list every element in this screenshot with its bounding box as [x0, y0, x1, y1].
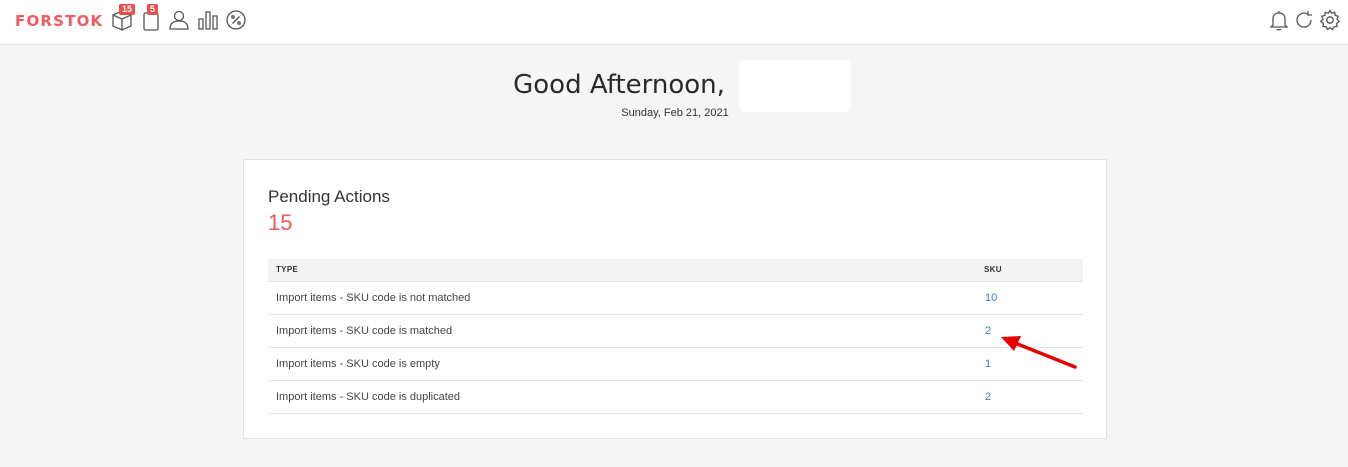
notifications-button[interactable] — [1267, 8, 1291, 32]
settings-button[interactable] — [1318, 8, 1342, 32]
column-header-type: TYPE — [276, 265, 299, 274]
row-sku-link[interactable]: 10 — [985, 292, 997, 304]
greeting-text: Good Afternoon, — [513, 70, 725, 100]
table-header: TYPE SKU — [268, 259, 1083, 282]
user-icon — [169, 10, 189, 30]
refresh-icon — [1296, 11, 1312, 28]
refresh-button[interactable] — [1292, 8, 1316, 32]
column-header-sku: SKU — [984, 265, 1002, 274]
nav-customers[interactable] — [167, 8, 191, 32]
row-sku-link[interactable]: 2 — [985, 391, 991, 403]
percent-icon — [226, 10, 246, 30]
bell-icon — [1269, 11, 1289, 31]
top-nav-bar: FORSTOK 15 5 — [0, 0, 1348, 45]
user-name-redacted — [739, 60, 851, 112]
orders-badge: 5 — [147, 4, 159, 15]
table-row: Import items - SKU code is duplicated 2 — [268, 381, 1083, 414]
pending-actions-card: Pending Actions 15 TYPE SKU Import items… — [243, 159, 1107, 439]
row-sku-link[interactable]: 2 — [985, 325, 991, 337]
table-row: Import items - SKU code is empty 1 — [268, 348, 1083, 381]
row-sku-link[interactable]: 1 — [985, 358, 991, 370]
row-type: Import items - SKU code is matched — [276, 325, 453, 337]
table-row: Import items - SKU code is not matched 1… — [268, 282, 1083, 315]
row-type: Import items - SKU code is empty — [276, 358, 440, 370]
pending-actions-count: 15 — [268, 210, 293, 235]
nav-products[interactable]: 15 — [110, 4, 136, 32]
nav-orders[interactable]: 5 — [139, 4, 163, 32]
forstok-logo[interactable]: FORSTOK — [15, 12, 103, 30]
row-type: Import items - SKU code is not matched — [276, 292, 471, 304]
nav-reports[interactable] — [196, 8, 220, 32]
pending-actions-title: Pending Actions — [268, 187, 390, 206]
greeting: Good Afternoon, — [0, 70, 1348, 100]
row-type: Import items - SKU code is duplicated — [276, 391, 461, 403]
bar-chart-icon — [198, 11, 218, 30]
current-date: Sunday, Feb 21, 2021 — [621, 107, 729, 119]
pending-actions-table: TYPE SKU Import items - SKU code is not … — [268, 259, 1083, 414]
products-badge: 15 — [119, 4, 136, 15]
nav-promotions[interactable] — [224, 8, 248, 32]
gear-icon — [1319, 9, 1341, 31]
table-row: Import items - SKU code is matched 2 — [268, 315, 1083, 348]
